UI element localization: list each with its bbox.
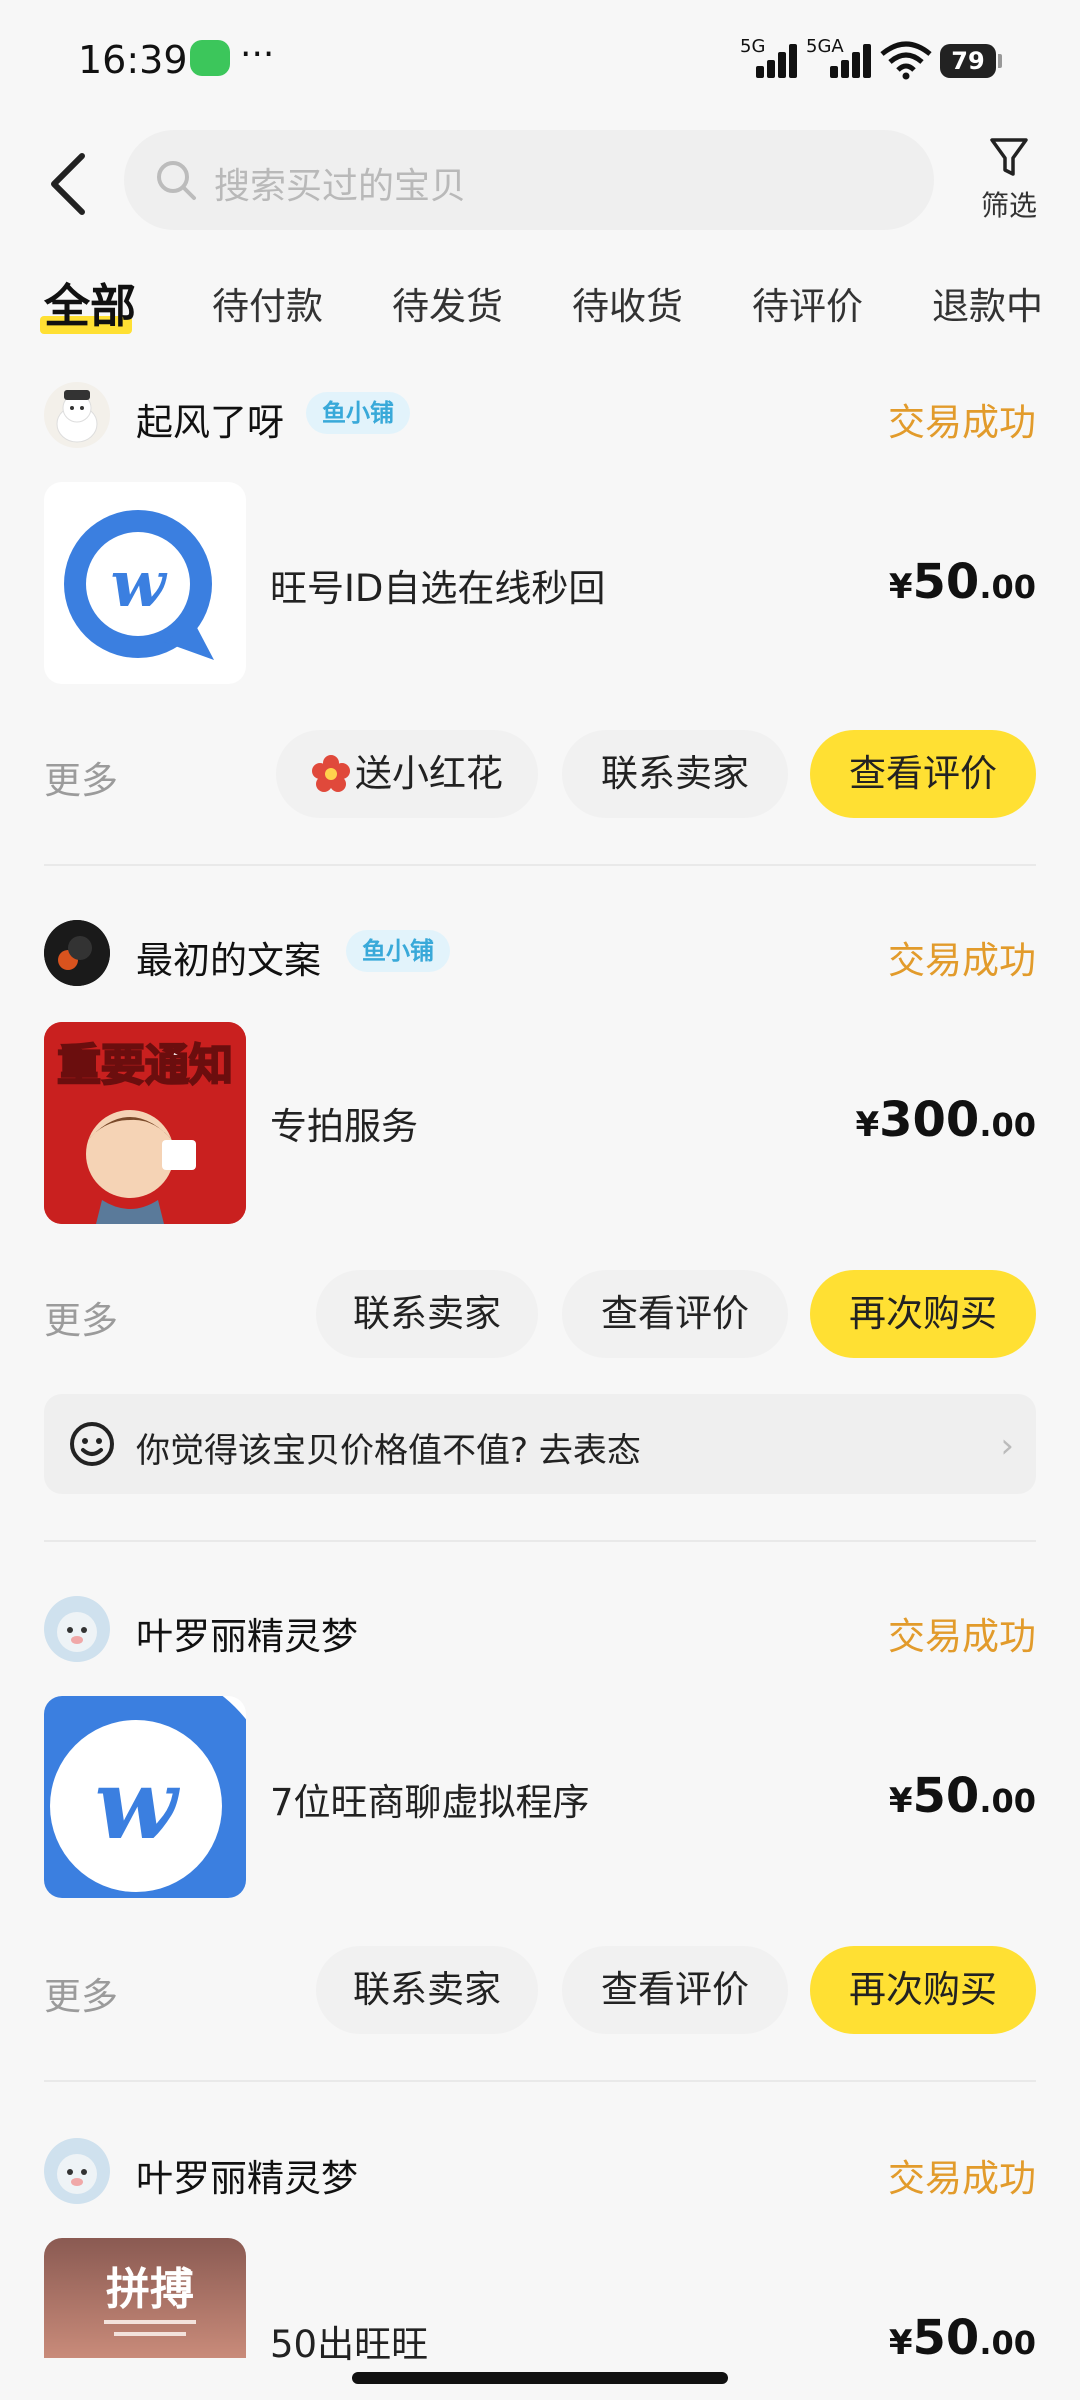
search-bar[interactable]: 搜索买过的宝贝 xyxy=(124,130,934,230)
buy-again-button[interactable]: 再次购买 xyxy=(810,1270,1036,1358)
price-currency: ¥ xyxy=(855,1105,880,1145)
price: ¥50.00 xyxy=(889,554,1036,610)
tab-refunding[interactable]: 退款中 xyxy=(932,276,1043,330)
tab-pending-review[interactable]: 待评价 xyxy=(752,276,863,330)
status-bar: 16:39 ··· 5G 5GA 79 xyxy=(0,0,1080,120)
shop-name: 叶罗丽精灵梦 xyxy=(136,1615,358,1658)
search-icon xyxy=(157,161,196,200)
avatar xyxy=(44,920,110,986)
product-title[interactable]: 50出旺旺 xyxy=(270,2314,428,2368)
product-image[interactable]: 拼搏 xyxy=(44,2238,246,2358)
home-indicator[interactable] xyxy=(352,2372,728,2384)
filter-button[interactable]: 筛选 xyxy=(970,136,1048,232)
wifi-icon xyxy=(880,41,932,80)
shop-header[interactable]: 叶罗丽精灵梦 交易成功 xyxy=(44,1596,1036,1662)
divider xyxy=(44,2080,1036,2082)
product-image[interactable]: w xyxy=(44,482,246,684)
price-decimal: .00 xyxy=(979,1106,1036,1144)
clock: 16:39 xyxy=(78,38,188,82)
more-notifications-icon: ··· xyxy=(240,34,275,75)
shop-tag-badge: 鱼小铺 xyxy=(346,930,450,972)
product-image[interactable]: w xyxy=(44,1696,246,1898)
price-integer: 300 xyxy=(879,1092,980,1148)
tab-pending-receipt[interactable]: 待收货 xyxy=(572,276,683,330)
view-review-button[interactable]: 查看评价 xyxy=(810,730,1036,818)
product-image[interactable]: 重要通知 xyxy=(44,1022,246,1224)
order-card[interactable]: 最初的文案 鱼小铺 交易成功 重要通知 专拍服务 ¥300.00 更多 联系卖家… xyxy=(44,920,1036,1500)
price-integer: 50 xyxy=(912,554,980,610)
avatar xyxy=(44,1596,110,1662)
product-title[interactable]: 7位旺商聊虚拟程序 xyxy=(270,1772,590,1826)
price: ¥50.00 xyxy=(889,2310,1036,2366)
order-status: 交易成功 xyxy=(888,1615,1036,1658)
price-decimal: .00 xyxy=(979,2324,1036,2362)
price-currency: ¥ xyxy=(888,2323,913,2363)
order-status: 交易成功 xyxy=(888,939,1036,982)
tab-all-label: 全部 xyxy=(44,279,136,333)
product-title[interactable]: 旺号ID自选在线秒回 xyxy=(270,558,605,612)
product-image-text: 重要通知 xyxy=(57,1040,233,1091)
divider xyxy=(44,864,1036,866)
shop-name: 起风了呀 xyxy=(136,401,284,444)
price: ¥50.00 xyxy=(889,1768,1036,1824)
tab-pending-payment[interactable]: 待付款 xyxy=(212,276,323,330)
shop-name: 最初的文案 xyxy=(136,939,321,982)
more-link[interactable]: 更多 xyxy=(44,750,118,804)
chevron-right-icon: › xyxy=(1000,1426,1014,1466)
search-placeholder: 搜索买过的宝贝 xyxy=(214,166,467,207)
order-status: 交易成功 xyxy=(888,401,1036,444)
view-review-button[interactable]: 查看评价 xyxy=(562,1946,788,2034)
product-image-text: 拼搏 xyxy=(106,2264,194,2315)
shop-name: 叶罗丽精灵梦 xyxy=(136,2157,358,2200)
price-feedback-text: 你觉得该宝贝价格值不值? 去表态 xyxy=(136,1431,641,1471)
contact-seller-button[interactable]: 联系卖家 xyxy=(316,1270,538,1358)
view-review-button[interactable]: 查看评价 xyxy=(562,1270,788,1358)
signal-icon-2 xyxy=(830,44,874,78)
price-integer: 50 xyxy=(912,1768,980,1824)
price-currency: ¥ xyxy=(888,567,913,607)
price-decimal: .00 xyxy=(979,1782,1036,1820)
filter-icon xyxy=(990,138,1028,176)
price-decimal: .00 xyxy=(979,568,1036,606)
shop-header[interactable]: 叶罗丽精灵梦 交易成功 xyxy=(44,2138,1036,2204)
buy-again-button[interactable]: 再次购买 xyxy=(810,1946,1036,2034)
shop-header[interactable]: 起风了呀 鱼小铺 交易成功 xyxy=(44,382,1036,448)
contact-seller-button[interactable]: 联系卖家 xyxy=(316,1946,538,2034)
back-arrow-icon[interactable] xyxy=(44,152,94,216)
send-flower-label: 送小红花 xyxy=(355,752,503,795)
svg-text:w: w xyxy=(95,1748,181,1861)
price: ¥300.00 xyxy=(855,1092,1036,1148)
contact-seller-button[interactable]: 联系卖家 xyxy=(562,730,788,818)
order-card[interactable]: 叶罗丽精灵梦 交易成功 拼搏 50出旺旺 ¥50.00 xyxy=(44,2138,1036,2400)
more-link[interactable]: 更多 xyxy=(44,1290,118,1344)
shop-tag-badge: 鱼小铺 xyxy=(306,392,410,434)
smiley-icon xyxy=(70,1422,114,1466)
flower-icon xyxy=(312,755,350,792)
price-feedback-banner[interactable]: 你觉得该宝贝价格值不值? 去表态 › xyxy=(44,1394,1036,1494)
header: 搜索买过的宝贝 筛选 xyxy=(0,130,1080,240)
avatar xyxy=(44,382,110,448)
more-link[interactable]: 更多 xyxy=(44,1966,118,2020)
tab-pending-shipment[interactable]: 待发货 xyxy=(392,276,503,330)
battery-indicator: 79 xyxy=(940,44,1002,78)
product-title[interactable]: 专拍服务 xyxy=(270,1096,418,1150)
order-status: 交易成功 xyxy=(888,2157,1036,2200)
send-flower-button[interactable]: 送小红花 xyxy=(276,730,538,818)
avatar xyxy=(44,2138,110,2204)
signal-icon xyxy=(756,44,800,78)
filter-label: 筛选 xyxy=(980,189,1037,222)
price-currency: ¥ xyxy=(888,1781,913,1821)
order-tabs: 全部 待付款 待发货 待收货 待评价 退款中 xyxy=(0,262,1080,342)
price-integer: 50 xyxy=(912,2310,980,2366)
tab-all[interactable]: 全部 xyxy=(40,270,136,336)
message-notification-icon xyxy=(190,40,230,76)
divider xyxy=(44,1540,1036,1542)
order-card[interactable]: 起风了呀 鱼小铺 交易成功 w 旺号ID自选在线秒回 ¥50.00 更多 送小红… xyxy=(44,382,1036,822)
svg-text:w: w xyxy=(110,547,167,622)
shop-header[interactable]: 最初的文案 鱼小铺 交易成功 xyxy=(44,920,1036,986)
order-card[interactable]: 叶罗丽精灵梦 交易成功 w 7位旺商聊虚拟程序 ¥50.00 更多 联系卖家 查… xyxy=(44,1596,1036,2036)
